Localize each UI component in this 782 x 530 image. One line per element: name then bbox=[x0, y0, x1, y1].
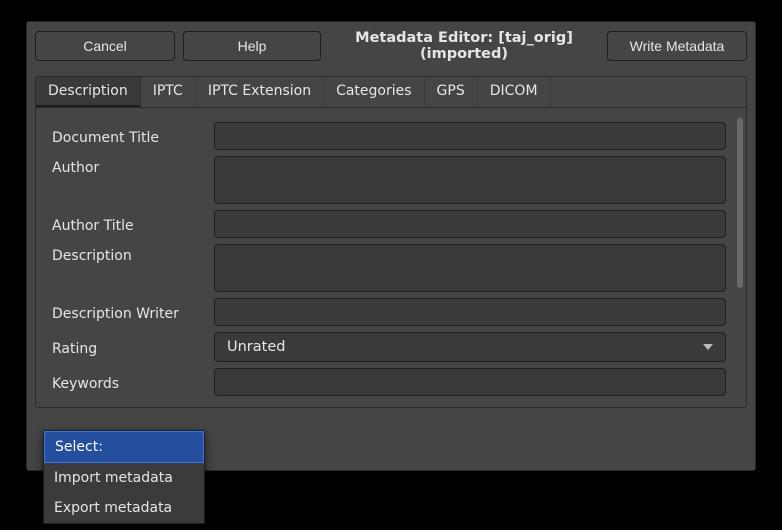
input-author[interactable] bbox=[214, 156, 726, 204]
label-author: Author bbox=[52, 156, 202, 176]
write-metadata-button[interactable]: Write Metadata bbox=[607, 31, 747, 61]
label-description: Description bbox=[52, 244, 202, 264]
vertical-scrollbar[interactable] bbox=[737, 118, 743, 288]
label-description-writer: Description Writer bbox=[52, 302, 202, 322]
row-keywords: Keywords bbox=[52, 368, 726, 396]
input-keywords[interactable] bbox=[214, 368, 726, 396]
tab-categories[interactable]: Categories bbox=[324, 77, 424, 107]
row-rating: Rating Unrated bbox=[52, 332, 726, 362]
tabs-container: Description IPTC IPTC Extension Categori… bbox=[35, 76, 747, 408]
row-author-title: Author Title bbox=[52, 210, 726, 238]
metadata-editor-dialog: Cancel Help Metadata Editor: [taj_orig] … bbox=[26, 21, 756, 471]
menu-item-import-metadata[interactable]: Import metadata bbox=[44, 463, 204, 493]
description-form: Document Title Author Author Title Descr… bbox=[36, 108, 732, 407]
select-rating[interactable]: Unrated bbox=[214, 332, 726, 362]
chevron-down-icon bbox=[703, 344, 713, 350]
label-rating: Rating bbox=[52, 337, 202, 357]
tab-gps[interactable]: GPS bbox=[425, 77, 478, 107]
row-description-writer: Description Writer bbox=[52, 298, 726, 326]
tab-dicom[interactable]: DICOM bbox=[478, 77, 551, 107]
select-rating-value: Unrated bbox=[227, 339, 285, 355]
tab-iptc[interactable]: IPTC bbox=[141, 77, 196, 107]
input-author-title[interactable] bbox=[214, 210, 726, 238]
menu-item-export-metadata[interactable]: Export metadata bbox=[44, 493, 204, 523]
label-document-title: Document Title bbox=[52, 126, 202, 146]
row-description: Description bbox=[52, 244, 726, 292]
help-button[interactable]: Help bbox=[183, 31, 321, 61]
input-description-writer[interactable] bbox=[214, 298, 726, 326]
tab-iptc-extension[interactable]: IPTC Extension bbox=[196, 77, 324, 107]
menu-header-select: Select: bbox=[44, 431, 204, 463]
dialog-title: Metadata Editor: [taj_orig] (imported) bbox=[329, 30, 599, 62]
import-export-menu: Select: Import metadata Export metadata bbox=[43, 430, 205, 524]
input-description[interactable] bbox=[214, 244, 726, 292]
dialog-topbar: Cancel Help Metadata Editor: [taj_orig] … bbox=[27, 22, 755, 70]
label-keywords: Keywords bbox=[52, 372, 202, 392]
label-author-title: Author Title bbox=[52, 214, 202, 234]
tab-bar: Description IPTC IPTC Extension Categori… bbox=[36, 77, 746, 107]
input-document-title[interactable] bbox=[214, 122, 726, 150]
row-document-title: Document Title bbox=[52, 122, 726, 150]
row-author: Author bbox=[52, 156, 726, 204]
tab-description[interactable]: Description bbox=[36, 77, 141, 107]
cancel-button[interactable]: Cancel bbox=[35, 31, 175, 61]
tab-pane-description: Document Title Author Author Title Descr… bbox=[36, 107, 746, 407]
